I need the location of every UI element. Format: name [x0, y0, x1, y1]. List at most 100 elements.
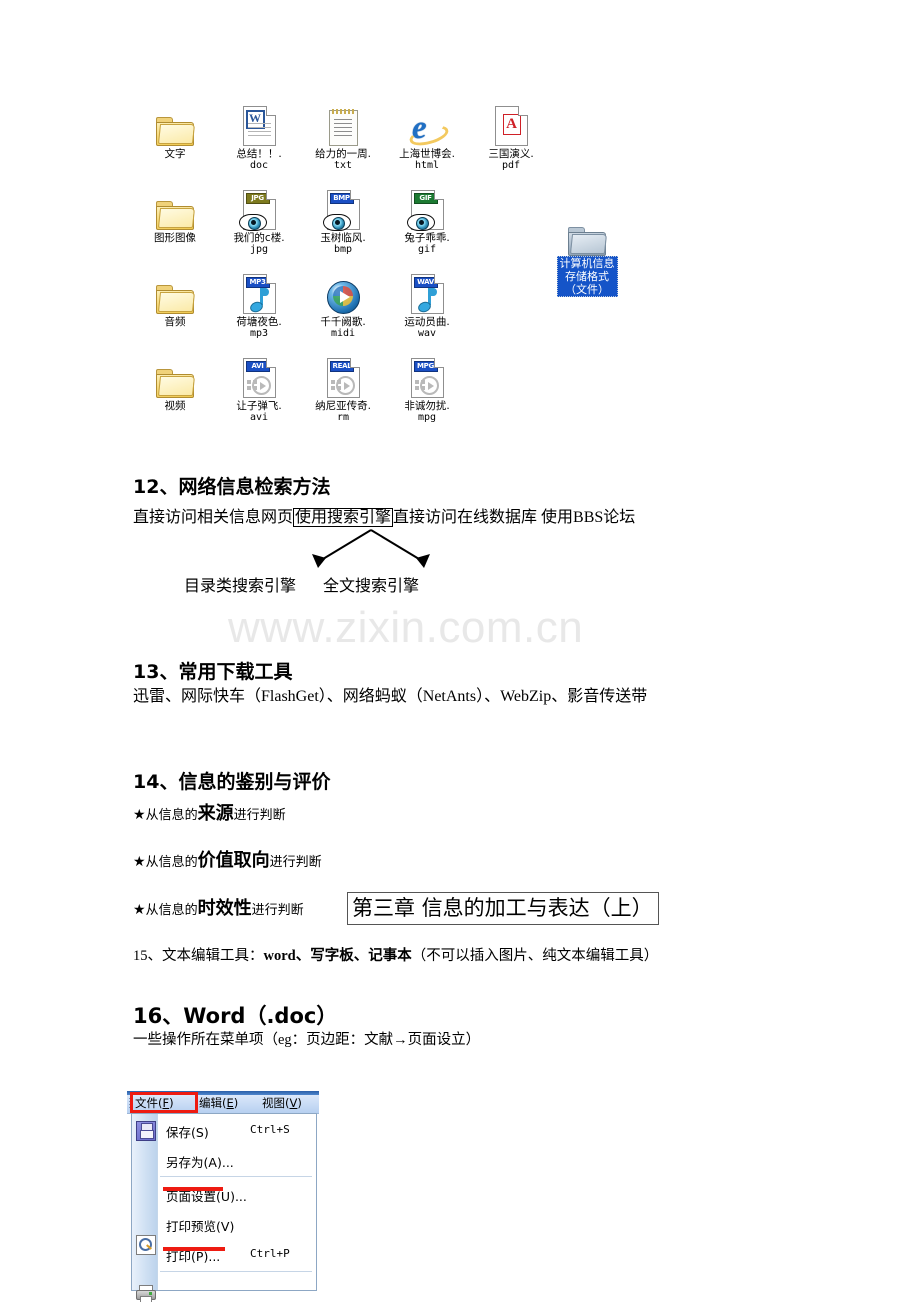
icon-extension: wav — [417, 328, 437, 339]
desktop-item-mpg[interactable]: MPG 非诚勿扰. mpg — [385, 356, 469, 440]
desktop-item-mp3[interactable]: MP3 荷塘夜色. mp3 — [217, 272, 301, 356]
bullet-keyword: 时效性 — [197, 898, 252, 919]
menu-separator — [160, 1176, 312, 1177]
gif-image-icon: GIF — [385, 188, 469, 231]
selected-folder-line-1: 计算机信息 — [559, 257, 615, 270]
desktop-item-folder-audio[interactable]: 音频 — [133, 272, 217, 356]
selected-folder-line-2: 存储格式 — [565, 270, 609, 283]
desktop-icon-grid: 文字 W 总结！！. doc 给力的一周. txt e 上海世博会. html … — [133, 104, 553, 440]
icon-extension: pdf — [501, 160, 521, 171]
selected-folder-line-3: （文件） — [565, 283, 609, 296]
bmp-image-icon: BMP — [301, 188, 385, 231]
format-badge: MPG — [413, 361, 438, 372]
menu-item-print-preview-label: 打印预览(V) — [166, 1219, 235, 1234]
menu-item-page-setup[interactable]: 页面设置(U)... — [157, 1180, 316, 1208]
menu-item-print-ellipsis: ... — [208, 1249, 221, 1264]
section-16-body: 一些操作所在菜单项（eg：页边距：文献→页面设立） — [133, 1032, 481, 1048]
icon-label: 上海世博会. — [399, 148, 455, 160]
selected-folder-label: 计算机信息 存储格式 （文件） — [556, 256, 618, 297]
icon-label: 我们的c楼. — [233, 232, 285, 244]
s15-tools: word、写字板、记事本 — [263, 948, 412, 964]
menubar-item-edit-accel: E — [226, 1096, 234, 1110]
s15-prefix: 15、文本编辑工具： — [133, 948, 264, 964]
section-14-bullet-1: ★从信息的来源进行判断 — [133, 805, 286, 825]
section-16-heading: 16、Word（.doc） — [133, 1004, 338, 1029]
desktop-item-doc[interactable]: W 总结！！. doc — [217, 104, 301, 188]
format-badge: GIF — [413, 193, 438, 204]
menu-item-print-shortcut: Ctrl+P — [250, 1247, 290, 1260]
menu-item-save-label: 保存(S) — [166, 1125, 209, 1140]
section-12-line: 直接访问相关信息网页 使用搜索引擎 直接访问在线数据库 使用BBS论坛 — [133, 508, 635, 528]
menubar-item-view[interactable]: 视图(V) — [262, 1096, 302, 1111]
icon-extension: doc — [249, 160, 269, 171]
desktop-item-selected-folder[interactable]: 计算机信息 存储格式 （文件） — [546, 222, 628, 298]
menu-item-save-shortcut: Ctrl+S — [250, 1123, 290, 1136]
icon-label: 让子弹飞. — [236, 400, 282, 412]
format-badge: WAV — [413, 277, 438, 288]
desktop-item-rm[interactable]: REAL 纳尼亚传奇. rm — [301, 356, 385, 440]
icon-label: 给力的一周. — [315, 148, 371, 160]
folder-icon — [133, 104, 217, 146]
desktop-item-folder-video[interactable]: 视频 — [133, 356, 217, 440]
bullet-suffix: 进行判断 — [251, 903, 304, 918]
desktop-item-folder-images[interactable]: 图形图像 — [133, 188, 217, 272]
icon-extension: gif — [417, 244, 437, 255]
desktop-item-jpg[interactable]: JPG 我们的c楼. jpg — [217, 188, 301, 272]
menu-item-page-setup-accel: U — [220, 1189, 231, 1204]
menu-item-save[interactable]: 保存(S) Ctrl+S — [157, 1116, 316, 1144]
menubar-item-view-label: 视图 — [262, 1096, 285, 1110]
menubar-item-edit[interactable]: 编辑(E) — [199, 1096, 238, 1111]
menu-item-page-setup-text: 页面设置 — [166, 1189, 217, 1204]
branch-arrows-diagram — [312, 529, 430, 568]
icon-label: 千千阙歌. — [320, 316, 366, 328]
menu-item-save-as[interactable]: 另存为(A)... — [157, 1146, 316, 1174]
word-file-menu-screenshot: 文件(F) 编辑(E) 视图(V) 保存(S) Ctrl+S 另存为(A)...… — [127, 1091, 319, 1302]
section-14-bullet-3: ★从信息的时效性进行判断 — [133, 900, 304, 920]
desktop-item-bmp[interactable]: BMP 玉树临风. bmp — [301, 188, 385, 272]
word-doc-icon: W — [217, 104, 301, 146]
icon-extension: mpg — [417, 412, 437, 423]
icon-row: 文字 W 总结！！. doc 给力的一周. txt e 上海世博会. html … — [133, 104, 553, 188]
desktop-item-txt[interactable]: 给力的一周. txt — [301, 104, 385, 188]
format-badge: AVI — [245, 361, 270, 372]
desktop-item-avi[interactable]: AVI 让子弹飞. avi — [217, 356, 301, 440]
section-13-heading: 13、常用下载工具 — [133, 660, 293, 683]
icon-extension: mp3 — [249, 328, 269, 339]
desktop-item-wav[interactable]: WAV 运动员曲. wav — [385, 272, 469, 356]
section-14-heading: 14、信息的鉴别与评价 — [133, 770, 331, 793]
s12-text-before: 直接访问相关信息网页 — [133, 509, 294, 526]
document-page: www.zixin.com.cn 文字 W 总结！！. doc 给力的一周. t… — [0, 0, 920, 1302]
menu-item-save-as-text: 另存为 — [166, 1155, 204, 1170]
icon-label: 运动员曲. — [404, 316, 450, 328]
print-preview-icon — [136, 1235, 156, 1255]
notepad-txt-icon — [301, 104, 385, 146]
icon-extension: rm — [336, 412, 350, 423]
menu-item-save-as-accel: A — [208, 1155, 217, 1170]
folder-icon — [133, 272, 217, 314]
icon-label: 总结！！. — [236, 148, 282, 160]
bullet-star-icon: ★ — [133, 854, 146, 870]
desktop-item-html[interactable]: e 上海世博会. html — [385, 104, 469, 188]
icon-extension: midi — [330, 328, 356, 339]
menu-item-print-preview[interactable]: 打印预览(V) — [157, 1210, 316, 1238]
desktop-item-midi[interactable]: 千千阙歌. midi — [301, 272, 385, 356]
icon-label: 图形图像 — [154, 232, 196, 244]
menu-item-save-accel: S — [195, 1125, 204, 1140]
menu-item-print-text: 打印 — [166, 1249, 192, 1264]
desktop-item-gif[interactable]: GIF 兔子乖乖. gif — [385, 188, 469, 272]
desktop-item-pdf[interactable]: A 三国演义. pdf — [469, 104, 553, 188]
menu-item-print[interactable]: 打印(P)... Ctrl+P — [157, 1240, 316, 1268]
icon-row: 视频 AVI 让子弹飞. avi REAL 纳尼亚传奇. rm MPG 非诚勿扰… — [133, 356, 553, 440]
s12-text-after: 直接访问在线数据库 使用BBS论坛 — [393, 509, 636, 526]
jpg-image-icon: JPG — [217, 188, 301, 231]
desktop-item-folder-text[interactable]: 文字 — [133, 104, 217, 188]
bullet-keyword: 来源 — [197, 803, 234, 824]
menu-item-print-preview-text: 打印预览 — [166, 1219, 217, 1234]
format-badge: JPG — [245, 193, 270, 204]
bullet-suffix: 进行判断 — [233, 808, 286, 823]
format-badge: BMP — [329, 193, 354, 204]
s12-branch-left-label: 目录类搜索引擎 — [184, 578, 297, 595]
folder-icon-selected — [546, 222, 628, 256]
section-12-heading: 12、网络信息检索方法 — [133, 475, 331, 498]
menu-item-print-accel: P — [195, 1249, 204, 1264]
